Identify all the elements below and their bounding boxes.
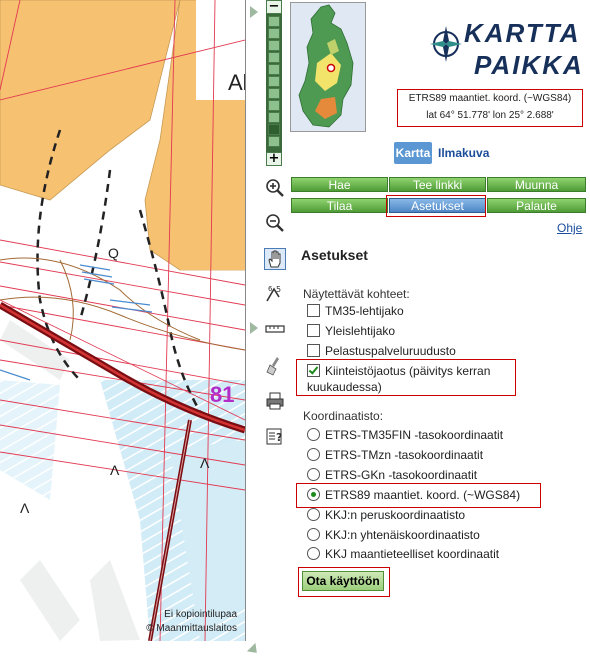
pan-hand-icon — [268, 250, 281, 268]
radio-button[interactable] — [307, 448, 320, 461]
zoom-level-step[interactable] — [268, 100, 280, 111]
zoom-level-step[interactable] — [268, 64, 280, 75]
compass-logo-icon — [430, 26, 462, 62]
map-road-number: 81 — [210, 382, 235, 407]
measure-tool[interactable]: 5 6 — [264, 283, 286, 305]
measure-icon: 5 6 — [266, 285, 281, 302]
etrs89-highlight — [296, 483, 541, 508]
radio-label: KKJ:n peruskoordinaatisto — [325, 508, 466, 522]
zoom-level-step[interactable] — [268, 16, 280, 27]
radio-button[interactable] — [307, 428, 320, 441]
logo-line2: PAIKKA — [474, 50, 584, 80]
map-place-label: Ala — [228, 70, 245, 95]
info-icon: ? — [266, 428, 282, 445]
radio-kkj-maant[interactable]: KKJ maantieteelliset koordinaatit — [307, 546, 499, 562]
radio-button[interactable] — [307, 508, 320, 521]
pan-down-arrow-icon[interactable] — [246, 642, 262, 657]
zoom-in-icon — [266, 179, 284, 197]
radio-gkn[interactable]: ETRS-GKn -tasokoordinaatit — [307, 467, 477, 483]
search-button[interactable]: Hae — [291, 177, 388, 192]
shown-features-label: Näytettävät kohteet: — [303, 287, 410, 301]
make-link-button[interactable]: Tee linkki — [389, 177, 486, 192]
radio-label: ETRS-TMzn -tasokoordinaatit — [325, 448, 484, 462]
zoom-level-step[interactable] — [268, 28, 280, 39]
checkbox-pelastus[interactable]: Pelastuspalveluruudusto — [307, 343, 456, 359]
radio-label: KKJ:n yhtenäiskoordinaatisto — [325, 528, 480, 542]
apply-highlight — [298, 567, 390, 597]
zoom-bar[interactable]: − + — [266, 0, 282, 166]
panel-title: Asetukset — [301, 247, 368, 263]
radio-kkj-perus[interactable]: KKJ:n peruskoordinaatisto — [307, 507, 465, 523]
info-tool[interactable]: ? — [264, 425, 286, 447]
coordinate-readout: ETRS89 maantiet. koord. (~WGS84) lat 64°… — [397, 89, 583, 127]
checkbox-label: Yleislehtijako — [325, 324, 396, 338]
zoom-out-button[interactable]: − — [266, 0, 282, 14]
coordinate-system-label: Koordinaatisto: — [303, 409, 384, 423]
karttapaikka-logo: KARTTA PAIKKA — [428, 14, 582, 82]
settings-highlight — [386, 195, 486, 217]
map-credit-line1: Ei kopiointilupaa — [164, 609, 237, 620]
ruler-icon — [265, 325, 285, 333]
clear-icon — [266, 357, 279, 376]
zoom-level-current[interactable] — [268, 124, 280, 135]
zoom-level-step[interactable] — [268, 112, 280, 123]
map-view[interactable]: Ala 81 Q Λ Λ Λ Ei kopiointilupaa © Maanm… — [0, 0, 246, 641]
zoom-level-step[interactable] — [268, 136, 280, 147]
zoom-level-step[interactable] — [268, 52, 280, 63]
logo-line1: KARTTA — [464, 18, 581, 48]
map-symbol: Q — [108, 245, 119, 261]
order-button[interactable]: Tilaa — [291, 198, 388, 213]
clear-tool[interactable] — [264, 355, 286, 377]
checkbox-tm35[interactable]: TM35-lehtijako — [307, 303, 404, 319]
map-symbol: Λ — [20, 500, 30, 516]
map-symbol: Λ — [200, 455, 210, 471]
convert-button[interactable]: Muunna — [487, 177, 586, 192]
radio-tmzn[interactable]: ETRS-TMzn -tasokoordinaatit — [307, 447, 483, 463]
checkbox-box[interactable] — [307, 344, 320, 357]
zoom-level-step[interactable] — [268, 88, 280, 99]
radio-kkj-yhtenais[interactable]: KKJ:n yhtenäiskoordinaatisto — [307, 527, 480, 543]
radio-label: ETRS-TM35FIN -tasokoordinaatit — [325, 428, 504, 442]
zoom-in-button[interactable]: + — [266, 152, 282, 166]
radio-button[interactable] — [307, 547, 320, 560]
checkbox-label: Pelastuspalveluruudusto — [325, 344, 456, 358]
radio-label: KKJ maantieteelliset koordinaatit — [325, 547, 500, 561]
pan-up-arrow-icon[interactable] — [250, 6, 258, 18]
checkbox-yleislehtijako[interactable]: Yleislehtijako — [307, 323, 395, 339]
pan-tool[interactable] — [264, 248, 286, 270]
zoom-level-step[interactable] — [268, 76, 280, 87]
checkbox-box[interactable] — [307, 304, 320, 317]
svg-text:6: 6 — [268, 285, 273, 293]
radio-tm35fin[interactable]: ETRS-TM35FIN -tasokoordinaatit — [307, 427, 503, 443]
checkbox-label: TM35-lehtijako — [325, 304, 404, 318]
radio-label: ETRS-GKn -tasokoordinaatit — [325, 468, 478, 482]
zoom-out-tool[interactable] — [264, 212, 286, 234]
kiinteisto-highlight — [296, 359, 516, 396]
zoom-in-tool[interactable] — [264, 177, 286, 199]
svg-text:?: ? — [276, 431, 282, 444]
radio-button[interactable] — [307, 528, 320, 541]
print-tool[interactable] — [264, 390, 286, 412]
zoom-level-step[interactable] — [268, 40, 280, 51]
overview-map[interactable] — [290, 2, 366, 132]
checkbox-box[interactable] — [307, 324, 320, 337]
print-icon — [266, 392, 284, 410]
tab-aerial[interactable]: Ilmakuva — [438, 142, 489, 164]
svg-text:5: 5 — [276, 285, 281, 294]
radio-button[interactable] — [307, 468, 320, 481]
coordinate-value: lat 64° 51.778' lon 25° 2.688' — [426, 110, 554, 121]
tab-map[interactable]: Kartta — [394, 142, 432, 164]
feedback-button[interactable]: Palaute — [487, 198, 586, 213]
pan-right-arrow-icon[interactable] — [250, 322, 258, 334]
ruler-tool[interactable] — [264, 318, 286, 340]
coordinate-system: ETRS89 maantiet. koord. (~WGS84) — [408, 93, 572, 104]
map-credit-line2: © Maanmittauslaitos — [146, 623, 237, 634]
zoom-out-icon — [266, 214, 284, 232]
help-link[interactable]: Ohje — [557, 221, 582, 235]
map-symbol: Λ — [110, 462, 120, 478]
